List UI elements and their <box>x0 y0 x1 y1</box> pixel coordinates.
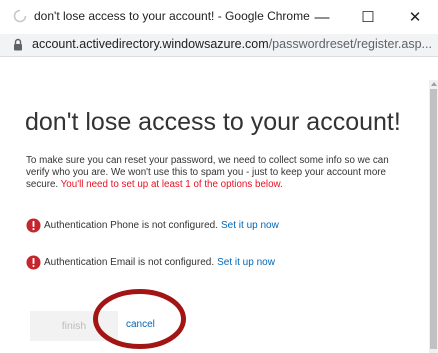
scrollbar-thumb[interactable] <box>430 89 437 349</box>
page-heading: don't lose access to your account! <box>25 108 401 136</box>
email-setup-link[interactable]: Set it up now <box>217 257 275 268</box>
url-host: account.activedirectory.windowsazure.com <box>32 37 269 51</box>
cancel-link[interactable]: cancel <box>126 319 155 330</box>
phone-status-text: Authentication Phone is not configured. <box>44 220 219 231</box>
email-status-text: Authentication Email is not configured. <box>44 257 215 268</box>
window-title: don't lose access to your account! - Goo… <box>34 9 310 23</box>
address-bar[interactable]: account.activedirectory.windowsazure.com… <box>0 34 438 57</box>
exclamation-circle-icon <box>26 218 41 233</box>
email-method-row: Authentication Email is not configured. … <box>26 255 275 270</box>
exclamation-circle-icon <box>26 255 41 270</box>
browser-title-bar: don't lose access to your account! - Goo… <box>0 0 438 34</box>
maximize-button[interactable]: ☐ <box>345 0 391 34</box>
loading-spinner-icon <box>13 9 27 23</box>
lock-icon <box>14 38 22 51</box>
minimize-button[interactable]: — <box>299 0 345 34</box>
intro-warning: You'll need to set up at least 1 of the … <box>60 179 283 190</box>
phone-method-row: Authentication Phone is not configured. … <box>26 218 279 233</box>
phone-setup-link[interactable]: Set it up now <box>221 220 279 231</box>
scroll-up-arrow-icon[interactable] <box>431 82 437 86</box>
url-text[interactable]: account.activedirectory.windowsazure.com… <box>32 37 432 51</box>
url-path: /passwordreset/register.asp... <box>268 37 432 51</box>
close-button[interactable]: ✕ <box>392 0 438 34</box>
intro-text: To make sure you can reset your password… <box>26 155 411 191</box>
finish-button[interactable]: finish <box>30 311 118 341</box>
